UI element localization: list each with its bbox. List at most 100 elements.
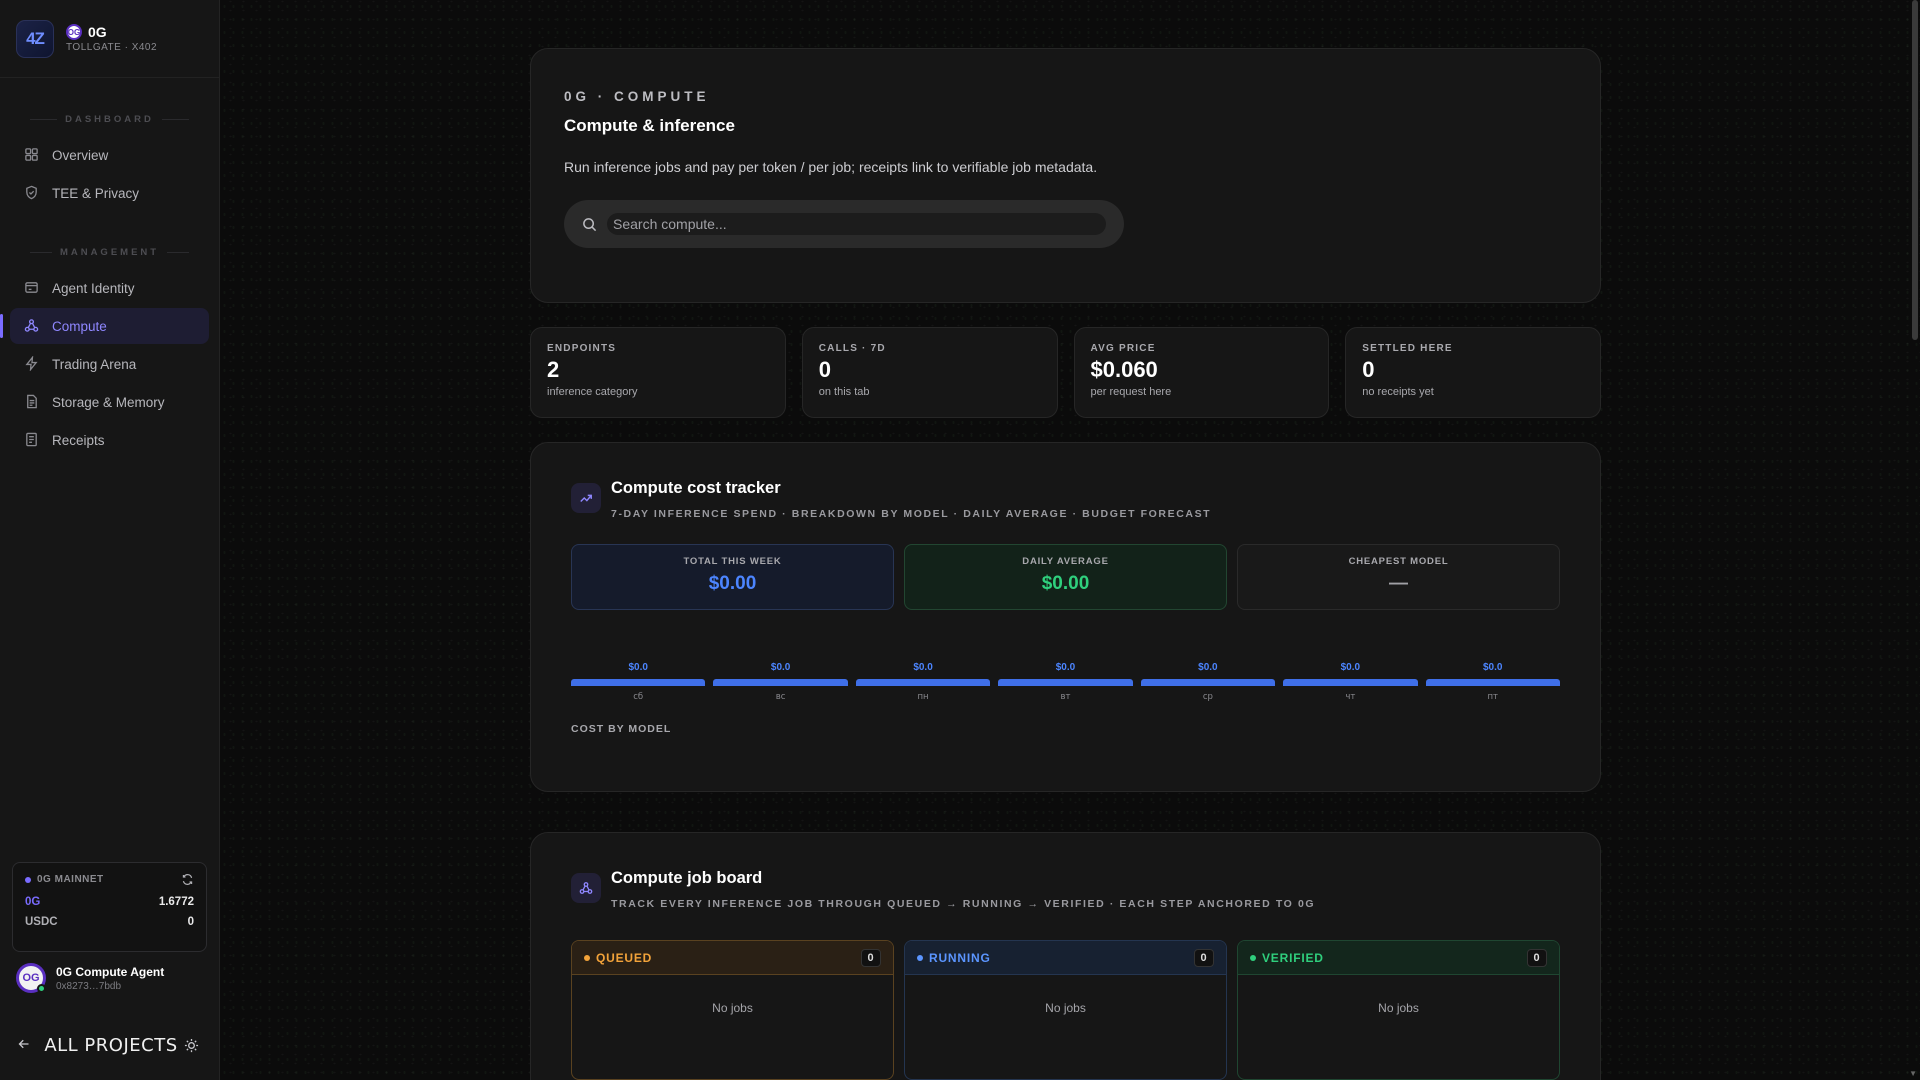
sidebar-footer: ALL PROJECTS xyxy=(0,1010,220,1080)
sidebar-item-label: Storage & Memory xyxy=(52,394,165,410)
column-queued: QUEUED 0 No jobs xyxy=(571,940,894,1080)
nav-section-dashboard: DASHBOARD xyxy=(22,114,197,125)
bar-value: $0.0 xyxy=(628,662,648,673)
bar xyxy=(855,679,991,686)
sidebar: 4Z OG 0G TOLLGATE · X402 DASHBOARD Overv… xyxy=(0,0,220,1080)
metric-label: DAILY AVERAGE xyxy=(1022,556,1109,567)
stat-label: AVG PRICE xyxy=(1090,343,1156,354)
metric-label: CHEAPEST MODEL xyxy=(1348,556,1449,567)
column-running: RUNNING 0 No jobs xyxy=(904,940,1227,1080)
sidebar-item-label: Compute xyxy=(52,318,107,334)
metric-value: $0.00 xyxy=(1041,573,1090,594)
wallet-row-0g: 0G 1.6772 xyxy=(25,896,194,908)
stat-label: ENDPOINTS xyxy=(547,343,617,354)
bar-day: $0.0 пт xyxy=(1425,662,1560,702)
online-status-dot xyxy=(37,984,46,993)
sun-icon[interactable] xyxy=(184,1038,202,1053)
sidebar-item-label: Overview xyxy=(52,147,109,163)
metric-label: TOTAL THIS WEEK xyxy=(683,556,782,567)
avatar: OG xyxy=(16,963,46,993)
bar-label: ср xyxy=(1202,692,1213,702)
og-badge-icon: OG xyxy=(66,24,82,40)
sidebar-item-tee-privacy[interactable]: TEE & Privacy xyxy=(10,175,209,211)
column-count-badge: 0 xyxy=(1194,948,1214,967)
status-dot xyxy=(584,954,590,961)
job-columns: QUEUED 0 No jobs RUNNING 0 No jobs VERIF… xyxy=(571,940,1560,1080)
stat-sub: per request here xyxy=(1090,386,1172,398)
bar-label: вс xyxy=(775,692,786,702)
bar-label: сб xyxy=(633,692,644,702)
column-count-badge: 0 xyxy=(861,948,881,967)
stat-card-settled: SETTLED HERE 0 no receipts yet xyxy=(1345,327,1601,418)
agent-address: 0x8273…7bdb xyxy=(56,980,122,992)
bar-day: $0.0 чт xyxy=(1283,662,1418,702)
token-name: 0G xyxy=(25,896,41,908)
status-dot xyxy=(1250,954,1256,961)
avatar-initials: OG xyxy=(22,972,40,984)
bar-value: $0.0 xyxy=(1198,662,1218,673)
sidebar-item-compute[interactable]: Compute xyxy=(0,308,209,344)
metric-daily-average: DAILY AVERAGE $0.00 xyxy=(904,544,1227,610)
stat-sub: no receipts yet xyxy=(1362,386,1434,398)
sidebar-item-label: Agent Identity xyxy=(52,280,135,296)
agent-name: 0G Compute Agent xyxy=(56,964,165,979)
bar xyxy=(1425,679,1560,686)
refresh-icon[interactable] xyxy=(181,873,194,886)
scroll-down-icon[interactable]: ▼ xyxy=(1909,1069,1917,1078)
bar-value: $0.0 xyxy=(913,662,933,673)
bar-day: $0.0 пн xyxy=(855,662,991,702)
sidebar-item-agent-identity[interactable]: Agent Identity xyxy=(10,270,209,306)
section-title: Compute job board xyxy=(611,869,763,887)
id-card-icon xyxy=(24,280,40,296)
bar-day: $0.0 вс xyxy=(713,662,848,702)
sidebar-item-overview[interactable]: Overview xyxy=(10,137,209,173)
bar-label: пт xyxy=(1487,692,1498,702)
section-subtitle: 7-DAY INFERENCE SPEND · BREAKDOWN BY MOD… xyxy=(611,508,1212,520)
agent-profile[interactable]: OG 0G Compute Agent 0x8273…7bdb xyxy=(16,963,164,993)
sidebar-item-storage-memory[interactable]: Storage & Memory xyxy=(10,384,209,420)
page-eyebrow: 0G · COMPUTE xyxy=(564,89,710,104)
sidebar-item-receipts[interactable]: Receipts xyxy=(10,422,209,458)
shield-icon xyxy=(24,185,40,201)
search-bar[interactable] xyxy=(564,200,1124,248)
arrow-left-icon[interactable] xyxy=(18,1037,38,1053)
sidebar-item-label: TEE & Privacy xyxy=(52,185,140,201)
empty-state: No jobs xyxy=(1378,1001,1419,1015)
bar-label: чт xyxy=(1345,692,1356,702)
network-icon xyxy=(571,873,601,903)
stat-value: 0 xyxy=(818,357,831,382)
stat-card-avg-price: AVG PRICE $0.060 per request here xyxy=(1073,327,1330,418)
sidebar-item-label: Trading Arena xyxy=(52,356,137,372)
all-projects-link[interactable]: ALL PROJECTS xyxy=(38,1034,184,1057)
bar-day: $0.0 вт xyxy=(998,662,1133,702)
page-title: Compute & inference xyxy=(564,116,735,135)
bar-label: вт xyxy=(1060,692,1071,702)
bar-value: $0.0 xyxy=(1340,662,1361,673)
stat-sub: on this tab xyxy=(818,386,870,398)
receipt-icon xyxy=(24,432,40,448)
bar-value: $0.0 xyxy=(1483,662,1503,673)
empty-state: No jobs xyxy=(712,1001,753,1015)
daily-spend-bars: $0.0 сб $0.0 вс $0.0 пн $0.0 вт $0.0 ср … xyxy=(571,662,1560,702)
token-balance: 1.6772 xyxy=(158,896,194,908)
stat-label: SETTLED HERE xyxy=(1362,343,1453,354)
wallet-card: 0G MAINNET 0G 1.6772 USDC 0 xyxy=(12,862,207,952)
token-name: USDC xyxy=(25,916,58,928)
wallet-row-usdc: USDC 0 xyxy=(25,916,194,928)
stat-card-endpoints: ENDPOINTS 2 inference category xyxy=(530,327,786,418)
brand-subtitle: TOLLGATE · X402 xyxy=(66,42,158,53)
column-verified: VERIFIED 0 No jobs xyxy=(1237,940,1560,1080)
bar xyxy=(571,679,706,686)
bar xyxy=(998,679,1133,686)
stat-label: CALLS · 7D xyxy=(818,343,886,354)
brand-header[interactable]: 4Z OG 0G TOLLGATE · X402 xyxy=(0,0,219,78)
cost-by-model-heading: COST BY MODEL xyxy=(571,723,672,735)
metrics-row: TOTAL THIS WEEK $0.00 DAILY AVERAGE $0.0… xyxy=(571,544,1560,610)
trending-up-icon xyxy=(571,483,601,513)
page-scrollbar[interactable] xyxy=(1912,0,1918,340)
stat-value: $0.060 xyxy=(1090,357,1158,382)
search-input[interactable] xyxy=(607,213,1106,235)
token-balance: 0 xyxy=(187,916,194,928)
sidebar-item-trading-arena[interactable]: Trading Arena xyxy=(10,346,209,382)
grid-icon xyxy=(24,147,40,163)
